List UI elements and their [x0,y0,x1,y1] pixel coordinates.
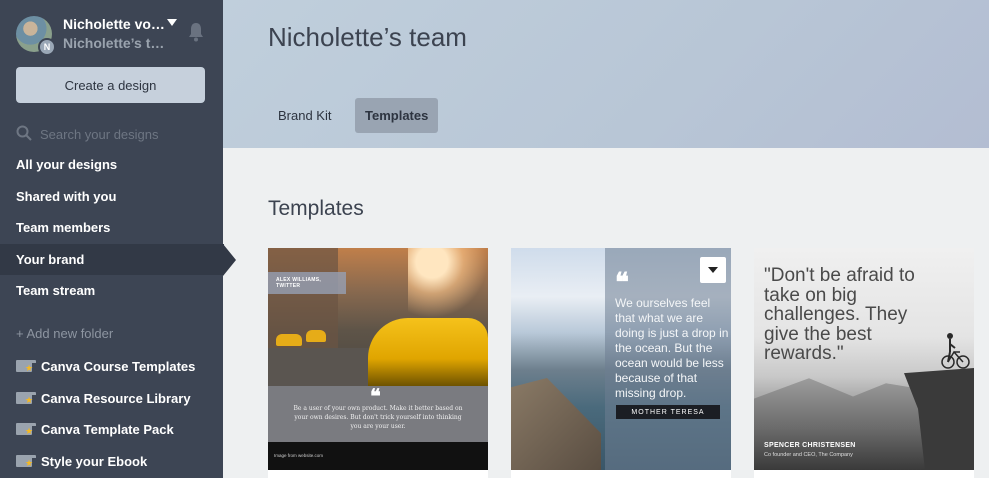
sidebar-item-team-members[interactable]: Team members [0,212,223,243]
folder-icon: ★ [16,423,36,436]
section-title: Templates [268,197,364,220]
card-image-building [268,248,338,348]
folder-item[interactable]: ★ Canva Course Templates [16,356,195,376]
page-title: Nicholette’s team [268,22,467,52]
sidebar-item-your-brand[interactable]: Your brand [0,244,224,275]
card-caption-area [754,470,974,478]
card-caption-area [511,470,731,478]
folder-icon: ★ [16,455,36,468]
search-bar [16,124,206,144]
card-image-taxi [306,330,326,342]
card-label: ALEX WILLIAMS, TWITTER [268,272,346,294]
quote-icon: ❝ [615,268,629,298]
template-card[interactable]: "Don't be afraid to take on big challeng… [754,248,974,478]
team-badge: N [38,38,56,56]
card-image-taxi [276,334,302,346]
tab-templates[interactable]: Templates [355,98,439,133]
active-indicator-arrow [223,244,236,276]
user-team-name: Nicholette’s te... [63,35,167,51]
folder-label: Canva Course Templates [41,358,196,374]
folder-label: Style your Ebook [41,453,148,469]
quote-icon: ❝ [370,384,381,408]
folder-icon: ★ [16,360,36,373]
card-image-taxi-main [368,318,488,386]
sidebar-item-team-stream[interactable]: Team stream [0,275,223,306]
search-input[interactable] [40,124,200,144]
tab-brand-kit[interactable]: Brand Kit [268,98,341,133]
cyclist-illustration [941,333,970,369]
card-footer-text: Image from website.com [274,453,324,458]
card-author: SPENCER CHRISTENSEN [764,442,856,449]
create-design-button[interactable]: Create a design [16,67,205,103]
chevron-down-icon [708,267,718,273]
folder-item[interactable]: ★ Canva Resource Library [16,388,191,408]
card-quote: Be a user of your own product. Make it b… [293,405,463,430]
sidebar-item-all-designs[interactable]: All your designs [0,149,223,180]
folder-label: Canva Resource Library [41,390,191,406]
team-header: Nicholette’s team Brand Kit Templates [223,0,989,148]
user-name: Nicholette von... [63,16,167,32]
chevron-down-icon [167,19,177,26]
card-quote: "Don't be afraid to take on big challeng… [764,265,915,364]
folder-item[interactable]: ★ Style your Ebook [16,451,147,471]
card-author-role: Co founder and CEO, The Company [764,452,853,458]
card-author: MOTHER TERESA [616,405,720,419]
search-icon [16,125,32,141]
sidebar: N Nicholette von... Nicholette’s te... C… [0,0,224,478]
template-card[interactable]: ❝ We ourselves feel that what we are doi… [511,248,731,478]
bell-icon[interactable] [188,22,204,42]
sidebar-item-shared[interactable]: Shared with you [0,181,223,212]
folder-icon: ★ [16,392,36,405]
folder-label: Canva Template Pack [41,421,174,437]
folder-item[interactable]: ★ Canva Template Pack [16,419,174,439]
template-card[interactable]: ALEX WILLIAMS, TWITTER ❝ Be a user of yo… [268,248,488,478]
card-image-sun [408,248,488,318]
add-folder-link[interactable]: + Add new folder [16,326,113,341]
card-quote: We ourselves feel that what we are doing… [615,296,729,400]
card-menu-button[interactable] [700,257,726,283]
account-switcher[interactable]: N Nicholette von... Nicholette’s te... [16,16,211,56]
card-caption-area [268,470,488,478]
